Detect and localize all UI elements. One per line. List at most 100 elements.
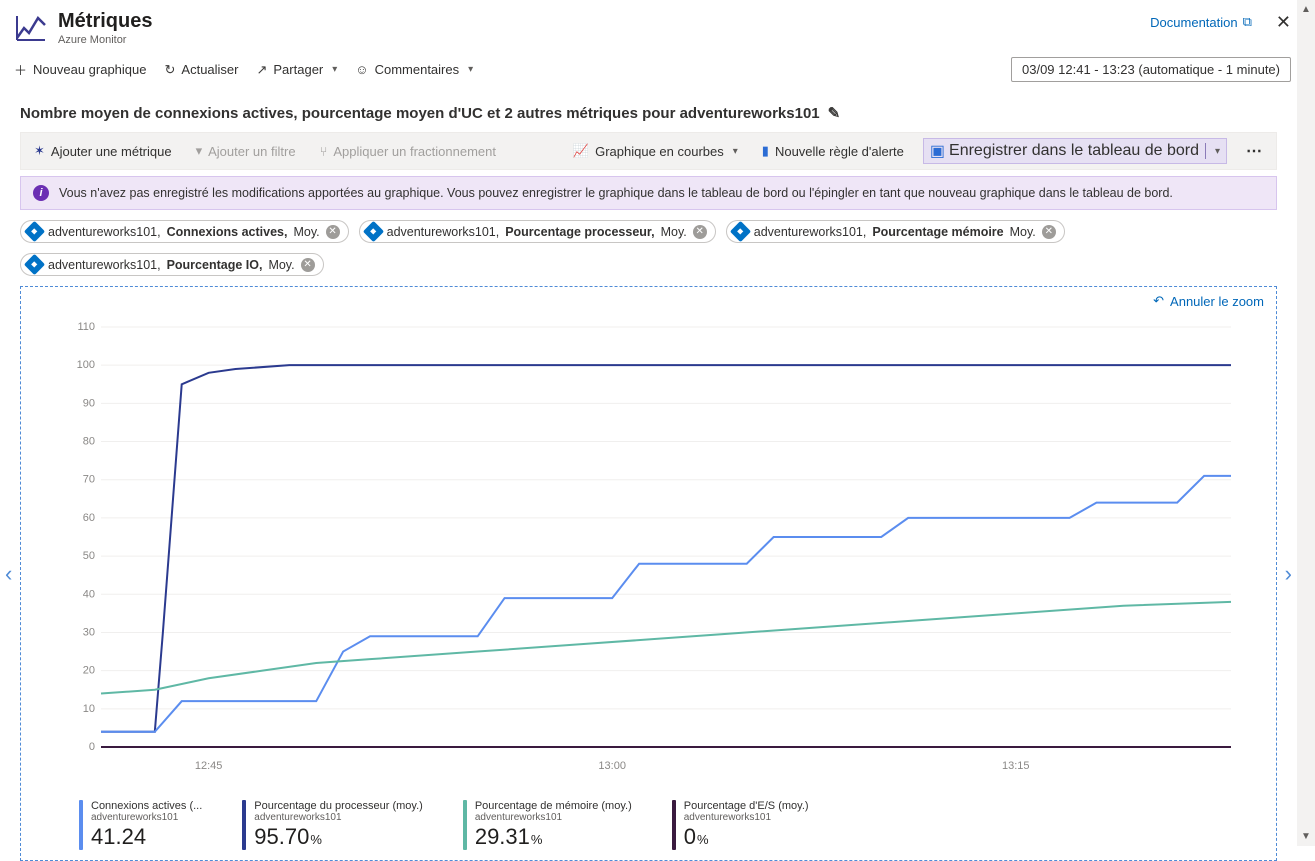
metric-pill[interactable]: ◆ adventureworks101, Pourcentage mémoire…	[726, 220, 1065, 243]
chart-title-row: Nombre moyen de connexions actives, pour…	[20, 104, 1277, 122]
more-menu-button[interactable]: ⋯	[1241, 141, 1268, 161]
svg-text:50: 50	[83, 550, 95, 562]
new-chart-button[interactable]: ＋ Nouveau graphique	[14, 60, 147, 79]
new-chart-label: Nouveau graphique	[33, 62, 146, 77]
info-icon: i	[33, 185, 49, 201]
pill-agg: Moy.	[268, 258, 294, 272]
share-button[interactable]: ↗Partager▾	[256, 62, 337, 78]
new-alert-button[interactable]: ▮ Nouvelle règle d'alerte	[757, 140, 909, 162]
legend-color-bar	[672, 800, 676, 850]
legend-item[interactable]: Pourcentage d'E/S (moy.) adventureworks1…	[672, 800, 809, 850]
legend-sub: adventureworks101	[475, 812, 632, 823]
split-icon: ⑂	[320, 144, 328, 159]
legend-sub: adventureworks101	[91, 812, 202, 823]
add-metric-button[interactable]: ✶Ajouter une métrique	[29, 140, 177, 162]
remove-pill-icon[interactable]: ✕	[326, 225, 340, 239]
chart-type-dropdown[interactable]: 📈Graphique en courbes▾	[568, 140, 743, 162]
plus-icon: ＋	[14, 60, 27, 79]
metric-pill[interactable]: ◆ adventureworks101, Pourcentage process…	[359, 220, 716, 243]
chevron-down-icon: ▾	[468, 64, 473, 75]
time-range-picker[interactable]: 03/09 12:41 - 13:23 (automatique - 1 min…	[1011, 57, 1291, 82]
pill-scope: adventureworks101,	[48, 258, 161, 272]
legend-label: Pourcentage du processeur (moy.)	[254, 800, 423, 812]
remove-pill-icon[interactable]: ✕	[1042, 225, 1056, 239]
resource-icon: ◆	[730, 221, 751, 242]
apply-split-button: ⑂ Appliquer un fractionnement	[315, 141, 501, 162]
legend-value: 41.24	[91, 824, 202, 850]
legend-item[interactable]: Pourcentage de mémoire (moy.) adventurew…	[463, 800, 632, 850]
edit-title-icon[interactable]: ✎	[828, 104, 841, 122]
legend-item[interactable]: Pourcentage du processeur (moy.) adventu…	[242, 800, 423, 850]
scroll-down-icon[interactable]: ▼	[1301, 827, 1311, 846]
resource-icon: ◆	[24, 254, 45, 275]
legend-label: Pourcentage de mémoire (moy.)	[475, 800, 632, 812]
svg-text:40: 40	[83, 588, 95, 600]
share-label: Partager	[273, 62, 323, 77]
legend-label: Pourcentage d'E/S (moy.)	[684, 800, 809, 812]
svg-text:10: 10	[83, 703, 95, 715]
svg-text:80: 80	[83, 436, 95, 448]
resource-icon: ◆	[24, 221, 45, 242]
command-bar: ＋ Nouveau graphique ↻Actualiser ↗Partager…	[0, 53, 1315, 90]
pill-scope: adventureworks101,	[387, 225, 500, 239]
close-button[interactable]: ✕	[1276, 12, 1291, 33]
chevron-down-icon[interactable]: ▾	[1215, 146, 1220, 157]
svg-text:90: 90	[83, 397, 95, 409]
refresh-button[interactable]: ↻Actualiser	[165, 62, 239, 78]
legend-item[interactable]: Connexions actives (... adventureworks10…	[79, 800, 202, 850]
pill-scope: adventureworks101,	[48, 225, 161, 239]
pill-scope: adventureworks101,	[754, 225, 867, 239]
apply-split-label: Appliquer un fractionnement	[333, 144, 496, 159]
svg-text:70: 70	[83, 474, 95, 486]
feedback-button[interactable]: ☺Commentaires▾	[355, 62, 473, 77]
pin-label: Enregistrer dans le tableau de bord	[949, 142, 1199, 160]
alert-icon: ▮	[762, 143, 769, 159]
metric-pills: ◆ adventureworks101, Connexions actives,…	[20, 220, 1277, 276]
refresh-label: Actualiser	[181, 62, 238, 77]
svg-text:12:45: 12:45	[195, 760, 223, 772]
pill-metric: Pourcentage IO,	[167, 258, 263, 272]
add-filter-label: Ajouter un filtre	[208, 144, 295, 159]
resource-icon: ◆	[363, 221, 384, 242]
pill-metric: Pourcentage mémoire	[872, 225, 1003, 239]
new-alert-label: Nouvelle règle d'alerte	[775, 144, 904, 159]
legend-value: 95.70%	[254, 824, 423, 850]
legend-color-bar	[79, 800, 83, 850]
scroll-up-icon[interactable]: ▲	[1301, 0, 1311, 19]
legend-label: Connexions actives (...	[91, 800, 202, 812]
metrics-icon	[14, 10, 48, 49]
filter-icon: ▾	[196, 143, 203, 159]
legend-sub: adventureworks101	[684, 812, 809, 823]
chart-next-button[interactable]: ›	[1283, 551, 1294, 597]
remove-pill-icon[interactable]: ✕	[693, 225, 707, 239]
pill-agg: Moy.	[661, 225, 687, 239]
pill-metric: Pourcentage processeur,	[505, 225, 654, 239]
documentation-link[interactable]: Documentation ⧉	[1150, 14, 1252, 30]
remove-pill-icon[interactable]: ✕	[301, 258, 315, 272]
pill-agg: Moy.	[293, 225, 319, 239]
metric-icon: ✶	[34, 143, 45, 159]
line-chart[interactable]: 010203040506070809010011012:4513:0013:15	[71, 307, 1241, 787]
pill-agg: Moy.	[1010, 225, 1036, 239]
pin-icon: ▣	[930, 141, 945, 161]
legend-value: 0%	[684, 824, 809, 850]
page-title: Métriques	[58, 10, 1140, 33]
info-banner: i Vous n'avez pas enregistré les modific…	[20, 176, 1277, 210]
chart-prev-button[interactable]: ‹	[3, 551, 14, 597]
chart-type-label: Graphique en courbes	[595, 144, 724, 159]
documentation-label: Documentation	[1150, 15, 1237, 30]
vertical-scrollbar[interactable]: ▲ ▼	[1297, 0, 1315, 846]
svg-text:100: 100	[77, 359, 95, 371]
add-filter-button: ▾ Ajouter un filtre	[191, 140, 301, 162]
chart-toolbar: ✶Ajouter une métrique ▾ Ajouter un filtre…	[20, 132, 1277, 170]
svg-text:110: 110	[77, 321, 95, 333]
svg-text:13:15: 13:15	[1002, 760, 1030, 772]
metric-pill[interactable]: ◆ adventureworks101, Pourcentage IO, Moy…	[20, 253, 324, 276]
metric-pill[interactable]: ◆ adventureworks101, Connexions actives,…	[20, 220, 349, 243]
legend-sub: adventureworks101	[254, 812, 423, 823]
info-text: Vous n'avez pas enregistré les modificat…	[59, 186, 1173, 200]
pin-dashboard-button[interactable]: ▣ Enregistrer dans le tableau de bord ▾	[923, 138, 1227, 164]
line-chart-icon: 📈	[573, 143, 589, 159]
page-subtitle: Azure Monitor	[58, 34, 1140, 46]
chart-title: Nombre moyen de connexions actives, pour…	[20, 105, 820, 122]
